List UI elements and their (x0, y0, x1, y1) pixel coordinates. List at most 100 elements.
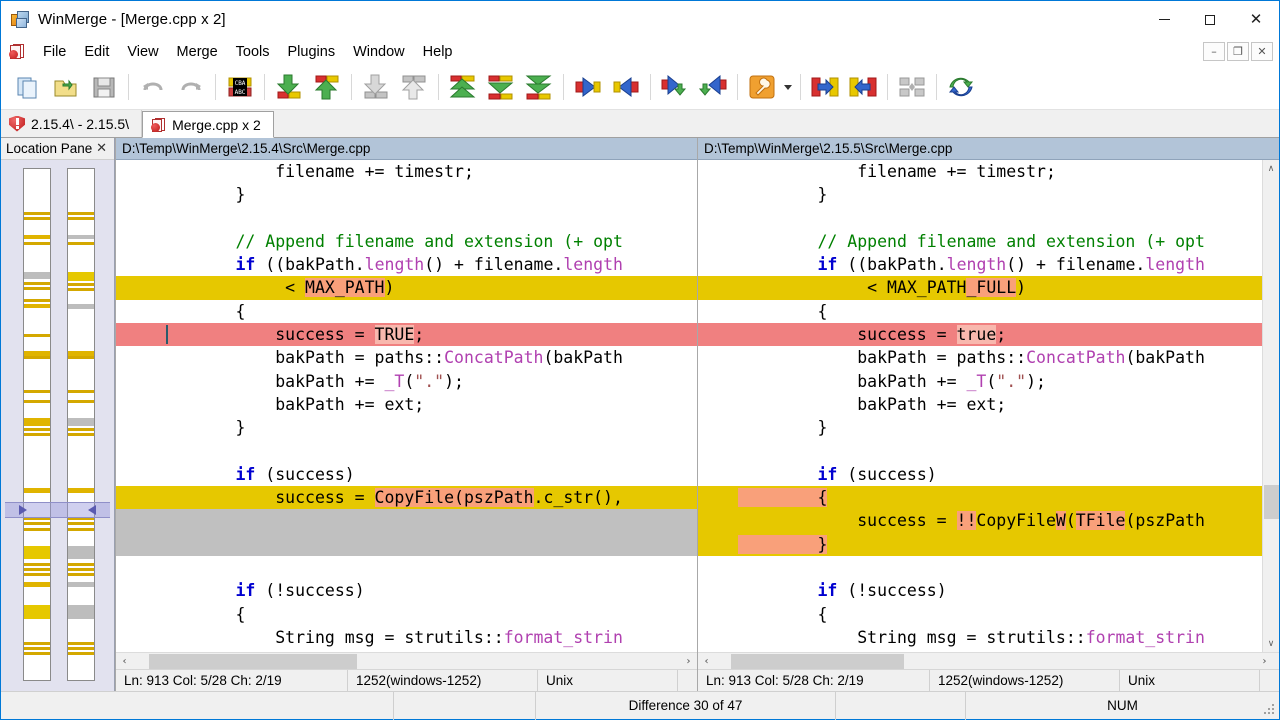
left-file-path-header[interactable]: D:\Temp\WinMerge\2.15.4\Src\Merge.cpp (116, 138, 697, 160)
code-line[interactable]: } (116, 183, 697, 206)
maximize-button[interactable] (1187, 1, 1233, 38)
code-line[interactable]: String msg = strutils::format_strin (698, 626, 1262, 649)
previous-difference-button[interactable] (308, 68, 346, 106)
code-line[interactable] (116, 556, 697, 579)
vscroll-thumb[interactable] (1264, 485, 1279, 519)
menu-item-merge[interactable]: Merge (168, 40, 227, 64)
code-line[interactable]: if (success) (698, 463, 1262, 486)
code-line[interactable]: // Append filename and extension (+ opt (116, 230, 697, 253)
code-line[interactable]: if ((bakPath.length() + filename.length (116, 253, 697, 276)
all-differences-button[interactable] (520, 68, 558, 106)
code-line[interactable]: < MAX_PATH_FULL) (698, 276, 1262, 299)
redo-button[interactable] (172, 68, 210, 106)
copy-left-button[interactable] (607, 68, 645, 106)
code-line[interactable] (116, 207, 697, 230)
code-line[interactable]: } (698, 416, 1262, 439)
code-line[interactable]: } (116, 416, 697, 439)
menu-item-window[interactable]: Window (344, 40, 414, 64)
code-line[interactable]: } (698, 533, 1262, 556)
vscroll-down-arrow-icon[interactable]: ∨ (1263, 635, 1280, 652)
code-line[interactable]: // Append filename and extension (+ opt (698, 230, 1262, 253)
last-difference-button[interactable] (482, 68, 520, 106)
code-line[interactable]: success = true; (698, 323, 1262, 346)
menu-item-file[interactable]: File (34, 40, 75, 64)
close-button[interactable]: ✕ (1233, 1, 1279, 38)
toggle-split-button[interactable] (893, 68, 931, 106)
location-map-right[interactable] (67, 168, 95, 681)
mdi-restore-button[interactable]: ❐ (1227, 42, 1249, 61)
right-hscroll-track[interactable] (715, 653, 1256, 670)
copy-left-and-advance-button[interactable] (694, 68, 732, 106)
vertical-scrollbar[interactable]: ∧ ∨ (1262, 160, 1279, 652)
code-line[interactable]: bakPath += _T("."); (116, 370, 697, 393)
location-pane-close-icon[interactable]: ✕ (93, 141, 110, 156)
copy-all-left-button[interactable] (844, 68, 882, 106)
toggle-diff-context-button[interactable]: CBAABC (221, 68, 259, 106)
code-line[interactable]: bakPath += _T("."); (698, 370, 1262, 393)
code-line[interactable]: < MAX_PATH) (116, 276, 697, 299)
left-hscroll-track[interactable] (133, 653, 680, 670)
menu-item-help[interactable]: Help (414, 40, 462, 64)
minimize-button[interactable] (1141, 1, 1187, 38)
open-button[interactable] (47, 68, 85, 106)
code-line[interactable]: bakPath = paths::ConcatPath(bakPath (698, 346, 1262, 369)
location-map-left[interactable] (23, 168, 51, 681)
code-line[interactable]: { (698, 603, 1262, 626)
left-hscroll-left-arrow-icon[interactable]: ‹ (116, 653, 133, 670)
right-hscroll-thumb[interactable] (731, 654, 904, 669)
menu-item-tools[interactable]: Tools (227, 40, 279, 64)
menu-item-view[interactable]: View (118, 40, 167, 64)
code-line[interactable] (116, 509, 697, 532)
code-line[interactable] (698, 556, 1262, 579)
code-line[interactable]: success = !!CopyFileW(TFile(pszPath (698, 509, 1262, 532)
code-line[interactable]: { (698, 486, 1262, 509)
code-line[interactable] (116, 440, 697, 463)
left-hscroll-right-arrow-icon[interactable]: › (680, 653, 697, 670)
code-line[interactable]: success = TRUE; (116, 323, 697, 346)
code-line[interactable]: String msg = strutils::format_strin (116, 626, 697, 649)
code-line[interactable] (698, 207, 1262, 230)
copy-all-right-button[interactable] (806, 68, 844, 106)
code-line[interactable]: if ((bakPath.length() + filename.length (698, 253, 1262, 276)
code-line[interactable]: if (success) (116, 463, 697, 486)
tab-folder-compare[interactable]: 2.15.4\ - 2.15.5\ (1, 110, 142, 137)
copy-right-and-advance-button[interactable] (656, 68, 694, 106)
code-line[interactable]: { (116, 300, 697, 323)
next-conflict-button[interactable] (357, 68, 395, 106)
code-line[interactable] (698, 440, 1262, 463)
copy-right-button[interactable] (569, 68, 607, 106)
right-horizontal-scrollbar[interactable]: ‹ › (698, 652, 1279, 669)
code-line[interactable]: filename += timestr; (116, 160, 697, 183)
code-line[interactable]: success = CopyFile(pszPath.c_str(), (116, 486, 697, 509)
location-pane-body[interactable] (1, 160, 114, 691)
options-button[interactable] (743, 68, 781, 106)
menu-item-plugins[interactable]: Plugins (279, 40, 345, 64)
code-line[interactable]: } (698, 183, 1262, 206)
left-code-editor[interactable]: filename += timestr; } // Append filenam… (116, 160, 697, 652)
code-line[interactable]: bakPath += ext; (698, 393, 1262, 416)
code-line[interactable]: bakPath += ext; (116, 393, 697, 416)
refresh-button[interactable] (942, 68, 980, 106)
code-line[interactable]: { (698, 300, 1262, 323)
left-hscroll-thumb[interactable] (149, 654, 357, 669)
code-line[interactable]: filename += timestr; (698, 160, 1262, 183)
tab-merge-cpp[interactable]: Merge.cpp x 2 (142, 111, 274, 138)
first-difference-button[interactable] (444, 68, 482, 106)
right-code-editor[interactable]: filename += timestr; } // Append filenam… (698, 160, 1262, 652)
vscroll-up-arrow-icon[interactable]: ∧ (1263, 160, 1280, 177)
previous-conflict-button[interactable] (395, 68, 433, 106)
right-file-path-header[interactable]: D:\Temp\WinMerge\2.15.5\Src\Merge.cpp (698, 138, 1279, 160)
code-line[interactable]: bakPath = paths::ConcatPath(bakPath (116, 346, 697, 369)
code-line[interactable] (116, 533, 697, 556)
mdi-close-button[interactable]: ✕ (1251, 42, 1273, 61)
code-line[interactable]: { (116, 603, 697, 626)
right-hscroll-right-arrow-icon[interactable]: › (1256, 653, 1273, 670)
options-dropdown-button[interactable] (781, 68, 795, 106)
mdi-minimize-button[interactable]: – (1203, 42, 1225, 61)
menu-item-edit[interactable]: Edit (75, 40, 118, 64)
left-horizontal-scrollbar[interactable]: ‹ › (116, 652, 697, 669)
code-line[interactable]: if (!success) (698, 579, 1262, 602)
code-line[interactable]: if (!success) (116, 579, 697, 602)
new-button[interactable] (9, 68, 47, 106)
next-difference-button[interactable] (270, 68, 308, 106)
